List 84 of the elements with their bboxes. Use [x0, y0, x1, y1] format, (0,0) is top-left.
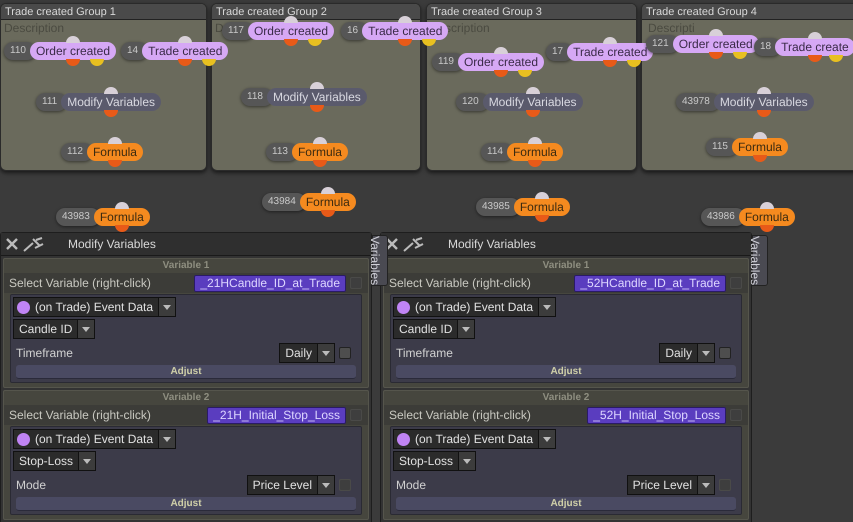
field-label: Select Variable (right-click): [389, 275, 531, 292]
pin-icon[interactable]: [403, 236, 425, 252]
caret-icon: [163, 304, 172, 310]
dropdown[interactable]: Daily: [279, 343, 335, 363]
side-tab[interactable]: Variables: [372, 235, 388, 286]
output-port-icon[interactable]: [627, 60, 642, 67]
dropdown[interactable]: (on Trade) Event Data: [393, 429, 556, 449]
field-label: Select Variable (right-click): [389, 407, 531, 424]
node-label[interactable]: Trade created: [567, 43, 654, 61]
dropdown[interactable]: Daily: [659, 343, 715, 363]
node-label[interactable]: Order created: [458, 53, 544, 71]
section-heading: Variable 2: [542, 391, 590, 405]
caret-icon: [462, 326, 470, 332]
node-label[interactable]: Formula: [506, 143, 563, 161]
panel-title: Modify Variables: [68, 236, 156, 253]
node-label[interactable]: Formula: [86, 143, 143, 161]
group-title: Trade created Group 3: [427, 4, 636, 20]
section-heading: Variable 2: [162, 391, 210, 405]
node-label[interactable]: Modify Variables: [266, 88, 367, 106]
adjust-button[interactable]: Adjust: [16, 497, 356, 511]
caret-icon: [543, 304, 552, 310]
caret-icon: [322, 482, 330, 488]
side-tab[interactable]: Variables: [752, 235, 768, 286]
dropdown[interactable]: Price Level: [626, 475, 715, 495]
adjust-button[interactable]: Adjust: [396, 497, 736, 511]
caret-icon: [463, 458, 472, 464]
node-label[interactable]: Order created: [248, 22, 334, 40]
node-label[interactable]: Formula: [732, 138, 788, 156]
caret-icon: [163, 436, 172, 442]
close-icon[interactable]: [5, 237, 19, 251]
node-label[interactable]: Modify Variables: [61, 93, 162, 111]
dropdown[interactable]: Stop-Loss: [393, 451, 476, 471]
dropdown[interactable]: Stop-Loss: [13, 451, 96, 471]
field-label: Select Variable (right-click): [9, 407, 151, 424]
field-label: Mode: [16, 477, 46, 494]
checkbox[interactable]: [339, 347, 351, 359]
node-label[interactable]: Formula: [514, 198, 570, 216]
node-label[interactable]: Modify Variables: [714, 93, 814, 111]
node-label[interactable]: Formula: [292, 143, 348, 161]
dropdown[interactable]: (on Trade) Event Data: [13, 297, 176, 317]
node-label[interactable]: Formula: [94, 208, 150, 226]
node-label[interactable]: Order created: [30, 42, 116, 60]
caret-icon: [82, 326, 90, 332]
input-port-icon[interactable]: [114, 202, 129, 209]
output-port-icon[interactable]: [422, 39, 436, 46]
panel-title: Modify Variables: [448, 236, 536, 253]
node-label[interactable]: Modify Variables: [482, 93, 583, 111]
variable-field[interactable]: _21H_Initial_Stop_Loss: [207, 406, 346, 424]
caret-icon: [702, 482, 710, 488]
caret-icon: [322, 350, 330, 356]
field-label: Timeframe: [396, 345, 453, 362]
section-heading: Variable 1: [542, 259, 590, 273]
input-port-icon[interactable]: [320, 187, 335, 194]
field-label: Timeframe: [16, 345, 73, 362]
node-label[interactable]: Trade created: [362, 22, 448, 40]
variable-field[interactable]: _52HCandle_ID_at_Trade: [574, 274, 726, 292]
field-label: Select Variable (right-click): [9, 275, 151, 292]
group-title: Trade created Group 4: [642, 4, 853, 20]
checkbox[interactable]: [719, 347, 731, 359]
adjust-button[interactable]: Adjust: [396, 365, 736, 379]
dropdown[interactable]: (on Trade) Event Data: [13, 429, 176, 449]
group-title: Trade created Group 1: [1, 4, 206, 20]
adjust-button[interactable]: Adjust: [16, 365, 356, 379]
group-title: Trade created Group 2: [212, 4, 420, 20]
node-label[interactable]: Order created: [672, 35, 759, 53]
caret-icon: [83, 458, 92, 464]
dropdown[interactable]: (on Trade) Event Data: [393, 297, 556, 317]
node-label[interactable]: Formula: [738, 208, 795, 226]
variable-field[interactable]: _52H_Initial_Stop_Loss: [587, 406, 726, 424]
dropdown[interactable]: Price Level: [246, 475, 335, 495]
node-label[interactable]: Formula: [300, 193, 356, 211]
input-port-icon[interactable]: [760, 202, 774, 209]
close-icon[interactable]: [385, 237, 399, 251]
node-label[interactable]: Trade create: [775, 38, 853, 56]
pin-icon[interactable]: [23, 236, 45, 252]
variable-field[interactable]: _21HCandle_ID_at_Trade: [194, 274, 346, 292]
caret-icon: [543, 436, 552, 442]
node-label[interactable]: Trade created: [142, 42, 228, 60]
caret-icon: [702, 350, 710, 356]
section-heading: Variable 1: [162, 259, 210, 273]
dropdown[interactable]: Candle ID: [393, 319, 476, 339]
dropdown[interactable]: Candle ID: [13, 319, 96, 339]
field-label: Mode: [396, 477, 426, 494]
input-port-icon[interactable]: [534, 192, 549, 199]
